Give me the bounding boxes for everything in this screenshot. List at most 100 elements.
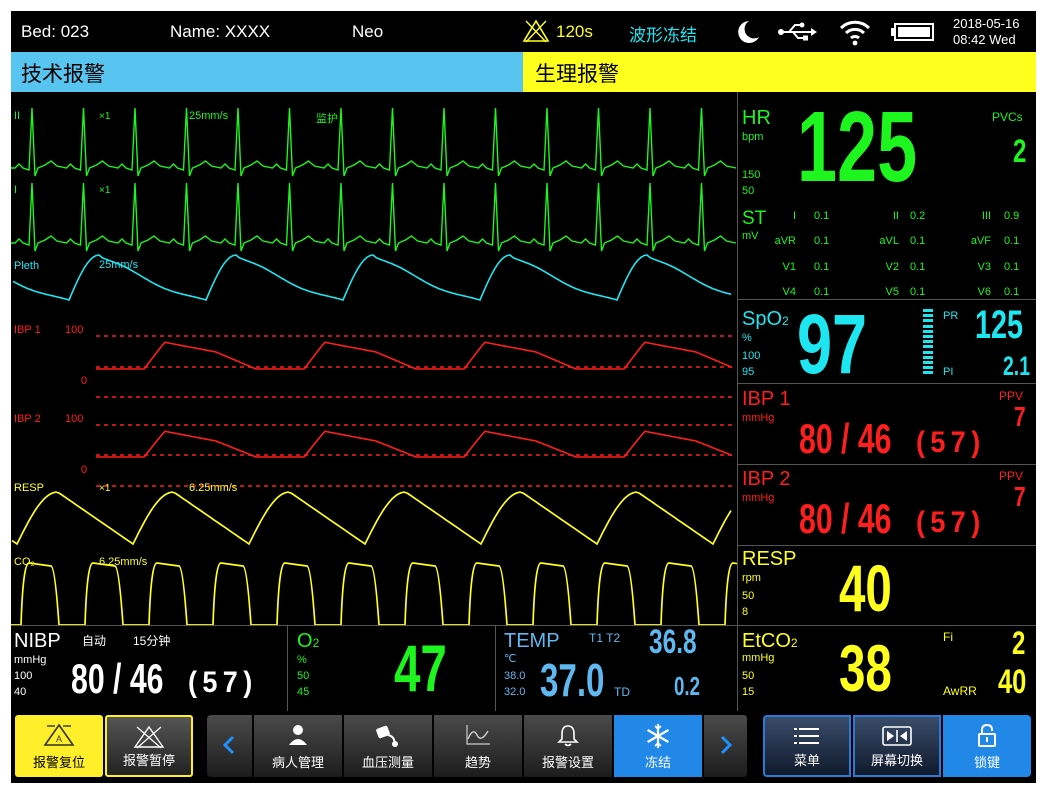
awrr-label: AwRR <box>943 684 977 698</box>
st-lead-label: I <box>792 210 796 222</box>
physiological-alarm-bar[interactable]: 生理报警 <box>523 52 1036 92</box>
alarm-reset-icon: A <box>15 723 103 747</box>
ibp2-wave-label[interactable]: IBP 2 <box>14 413 41 425</box>
hr-alarm-low: 50 <box>742 185 755 197</box>
chevron-right-icon <box>718 735 734 758</box>
lock-label: 锁键 <box>973 755 1000 770</box>
hr-unit: bpm <box>742 131 764 143</box>
usb-icon <box>777 22 817 47</box>
resp-alarm-low: 8 <box>742 606 749 618</box>
alarm-pause-button[interactable]: 报警暂停 <box>105 715 193 777</box>
status-bar: Bed: 023 Name: XXXX Neo 120s 波形冻结 2018-0… <box>11 11 1036 52</box>
menu-icon <box>765 725 849 749</box>
ibp1-waveform <box>96 341 733 370</box>
resp-wave-label[interactable]: RESP <box>14 482 44 494</box>
nibp-value: 80 / 46 <box>71 655 164 702</box>
nibp-mode: 自动 <box>82 634 107 648</box>
co2-speed[interactable]: 6.25mm/s <box>99 556 147 568</box>
screen-switch-icon <box>855 725 939 749</box>
ecg-lead-i-label[interactable]: I <box>14 184 17 196</box>
ecg-lead-i-gain[interactable]: ×1 <box>99 185 110 196</box>
resp-label: RESP <box>742 548 797 570</box>
perfusion-bar-segment <box>923 366 933 370</box>
screen-switch-label: 屏幕切换 <box>870 753 923 768</box>
resp-gain[interactable]: ×1 <box>99 483 110 494</box>
st-value: 0.1 <box>1004 235 1020 247</box>
ecg-mode-label[interactable]: 监护 <box>316 110 338 126</box>
patient-name: Name: XXXX <box>170 22 271 41</box>
waveform-area[interactable] <box>11 92 737 632</box>
alarm-pause-label: 报警暂停 <box>122 753 175 768</box>
ibp2-waveform <box>96 430 733 458</box>
ecg-speed-label[interactable]: 25mm/s <box>189 110 228 122</box>
ecg-gain-label[interactable]: ×1 <box>99 111 110 122</box>
st-value: 0.9 <box>1004 210 1020 222</box>
menu-button[interactable]: 菜单 <box>763 715 851 777</box>
trend-icon <box>434 723 522 747</box>
perfusion-bar-segment <box>923 335 933 338</box>
alarm-pause-icon <box>107 725 191 749</box>
trend-button[interactable]: 趋势 <box>434 715 523 777</box>
freeze-button[interactable]: 冻结 <box>614 715 703 777</box>
ecg-lead-ii-label[interactable]: II <box>14 110 20 122</box>
freeze-label: 冻结 <box>644 755 671 770</box>
resp-alarm-high: 50 <box>742 590 755 602</box>
bell-icon <box>524 723 612 747</box>
patient-management-button[interactable]: 病人管理 <box>254 715 343 777</box>
blood-pressure-icon <box>344 723 432 747</box>
st-lead-label: aVL <box>879 235 899 247</box>
screen-switch-button[interactable]: 屏幕切换 <box>853 715 941 777</box>
st-lead-label: aVR <box>774 235 796 247</box>
etco2-alarm-low: 15 <box>742 686 755 698</box>
spo2-value: 97 <box>797 297 868 391</box>
patient-type: Neo <box>352 22 384 41</box>
ibp1-mean: (57) <box>916 426 986 459</box>
etco2-label: EtCO2 <box>742 630 798 652</box>
freeze-status: 波形冻结 <box>629 26 697 45</box>
resp-waveform <box>11 491 732 546</box>
st-lead-label: V4 <box>782 286 796 298</box>
resp-speed[interactable]: 6.25mm/s <box>189 482 237 494</box>
ibp2-value: 80 / 46 <box>799 495 892 542</box>
lock-button[interactable]: 锁键 <box>943 715 1031 777</box>
alarm-settings-button[interactable]: 报警设置 <box>524 715 613 777</box>
ibp1-value: 80 / 46 <box>799 415 892 462</box>
pr-label: PR <box>943 310 959 322</box>
snowflake-icon <box>614 723 702 748</box>
ibp1-label: IBP 1 <box>742 388 791 410</box>
perfusion-bar-segment <box>923 361 933 364</box>
nibp-measure-button[interactable]: 血压测量 <box>344 715 433 777</box>
wifi-icon <box>839 18 871 51</box>
pleth-label[interactable]: Pleth <box>14 260 39 272</box>
ibp1-wave-label[interactable]: IBP 1 <box>14 324 41 336</box>
temp-alarm-high: 38.0 <box>504 670 526 682</box>
nibp-unit: mmHg <box>14 654 47 666</box>
scroll-right-button[interactable] <box>704 715 748 777</box>
st-value: 0.1 <box>910 286 926 298</box>
menu-label: 菜单 <box>793 753 820 768</box>
perfusion-bar-segment <box>923 324 933 328</box>
td-label: TD <box>614 685 630 699</box>
physiological-alarm-label: 生理报警 <box>535 63 619 86</box>
ibp2-scale-bottom: 0 <box>81 464 88 476</box>
st-value: 0.1 <box>1004 286 1020 298</box>
pleth-speed[interactable]: 25mm/s <box>99 259 138 271</box>
technical-alarm-bar[interactable]: 技术报警 <box>11 52 523 92</box>
technical-alarm-label: 技术报警 <box>21 63 105 86</box>
awrr-value: 40 <box>998 663 1027 701</box>
t1-t2-label: T1 T2 <box>589 631 621 645</box>
nibp-measure-label: 血压测量 <box>361 755 414 770</box>
perfusion-bar-segment <box>923 345 933 349</box>
lock-icon <box>943 723 1031 747</box>
perfusion-bar-segment <box>923 309 933 312</box>
scroll-left-button[interactable] <box>207 715 253 777</box>
etco2-alarm-high: 50 <box>742 670 755 682</box>
perfusion-bar <box>923 309 935 377</box>
pvcs-value: 2 <box>1013 133 1027 169</box>
nibp-interval: 15分钟 <box>133 634 171 648</box>
ibp2-scale-top: 100 <box>65 413 84 425</box>
alarm-reset-button[interactable]: A 报警复位 <box>15 715 103 777</box>
co2-wave-label[interactable]: CO₂ <box>14 556 35 568</box>
monitor-screen: Bed: 023 Name: XXXX Neo 120s 波形冻结 2018-0… <box>11 11 1036 783</box>
time: 08:42 Wed <box>953 32 1016 47</box>
